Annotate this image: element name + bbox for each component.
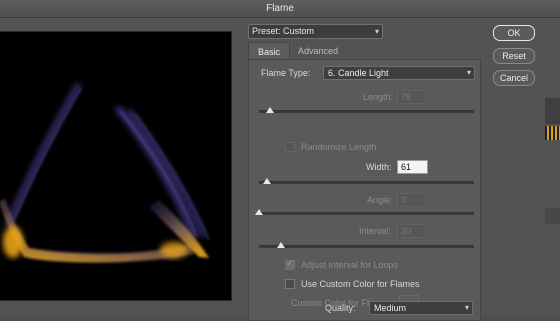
interval-slider-track[interactable]: [259, 245, 474, 248]
angle-slider-thumb[interactable]: [255, 209, 263, 215]
interval-slider-thumb[interactable]: [277, 242, 285, 248]
width-field[interactable]: 61: [397, 160, 428, 174]
randomize-length-label: Randomize Length: [301, 142, 377, 152]
background-panel-edge: [545, 98, 560, 124]
quality-label: Quality:: [325, 303, 356, 313]
randomize-length-checkbox[interactable]: [285, 142, 295, 152]
flame-type-select[interactable]: 6. Candle Light ▾: [323, 66, 475, 80]
flame-preview-image: [0, 82, 210, 263]
length-label: Length:: [363, 92, 394, 102]
angle-field[interactable]: 0: [397, 193, 426, 207]
adjust-interval-label: Adjust Interval for Loops: [301, 260, 399, 270]
tab-advanced[interactable]: Advanced: [289, 42, 347, 60]
use-custom-color-checkbox[interactable]: [285, 279, 295, 289]
window-title: Flame: [0, 0, 560, 18]
chevron-down-icon: ▾: [374, 27, 379, 36]
preset-label: Preset: Custom: [252, 26, 315, 36]
reset-button[interactable]: Reset: [493, 48, 535, 64]
tab-bar: Basic Advanced: [248, 42, 479, 61]
chevron-down-icon: ▾: [464, 303, 469, 312]
width-slider-thumb[interactable]: [263, 178, 271, 184]
angle-slider-track[interactable]: [259, 212, 474, 215]
length-field[interactable]: 78: [397, 90, 426, 104]
basic-panel: Flame Type: 6. Candle Light ▾ Length: 78…: [248, 59, 481, 321]
ok-button[interactable]: OK: [493, 25, 535, 41]
interval-label: Interval:: [359, 226, 392, 236]
flame-preview[interactable]: [0, 31, 232, 301]
cancel-button[interactable]: Cancel: [493, 70, 535, 86]
flame-dialog: Preset: Custom ▾ Basic Advanced Flame Ty…: [0, 18, 560, 321]
width-slider-track[interactable]: [259, 181, 474, 184]
width-label: Width:: [366, 162, 392, 172]
flame-type-value: 6. Candle Light: [328, 68, 389, 78]
length-slider-thumb[interactable]: [266, 107, 274, 113]
quality-select[interactable]: Medium ▾: [369, 301, 473, 315]
background-swatch-edge: [545, 126, 560, 140]
adjust-interval-checkbox[interactable]: [285, 258, 295, 270]
chevron-down-icon: ▾: [466, 68, 471, 77]
length-slider-track[interactable]: [259, 110, 474, 113]
angle-label: Angle:: [367, 195, 393, 205]
use-custom-color-label: Use Custom Color for Flames: [301, 279, 420, 289]
background-panel-edge-lower: [545, 208, 560, 224]
interval-field[interactable]: 30: [397, 224, 426, 238]
flame-type-label: Flame Type:: [261, 68, 311, 78]
preset-dropdown[interactable]: Preset: Custom ▾: [248, 24, 383, 39]
quality-value: Medium: [374, 303, 407, 313]
